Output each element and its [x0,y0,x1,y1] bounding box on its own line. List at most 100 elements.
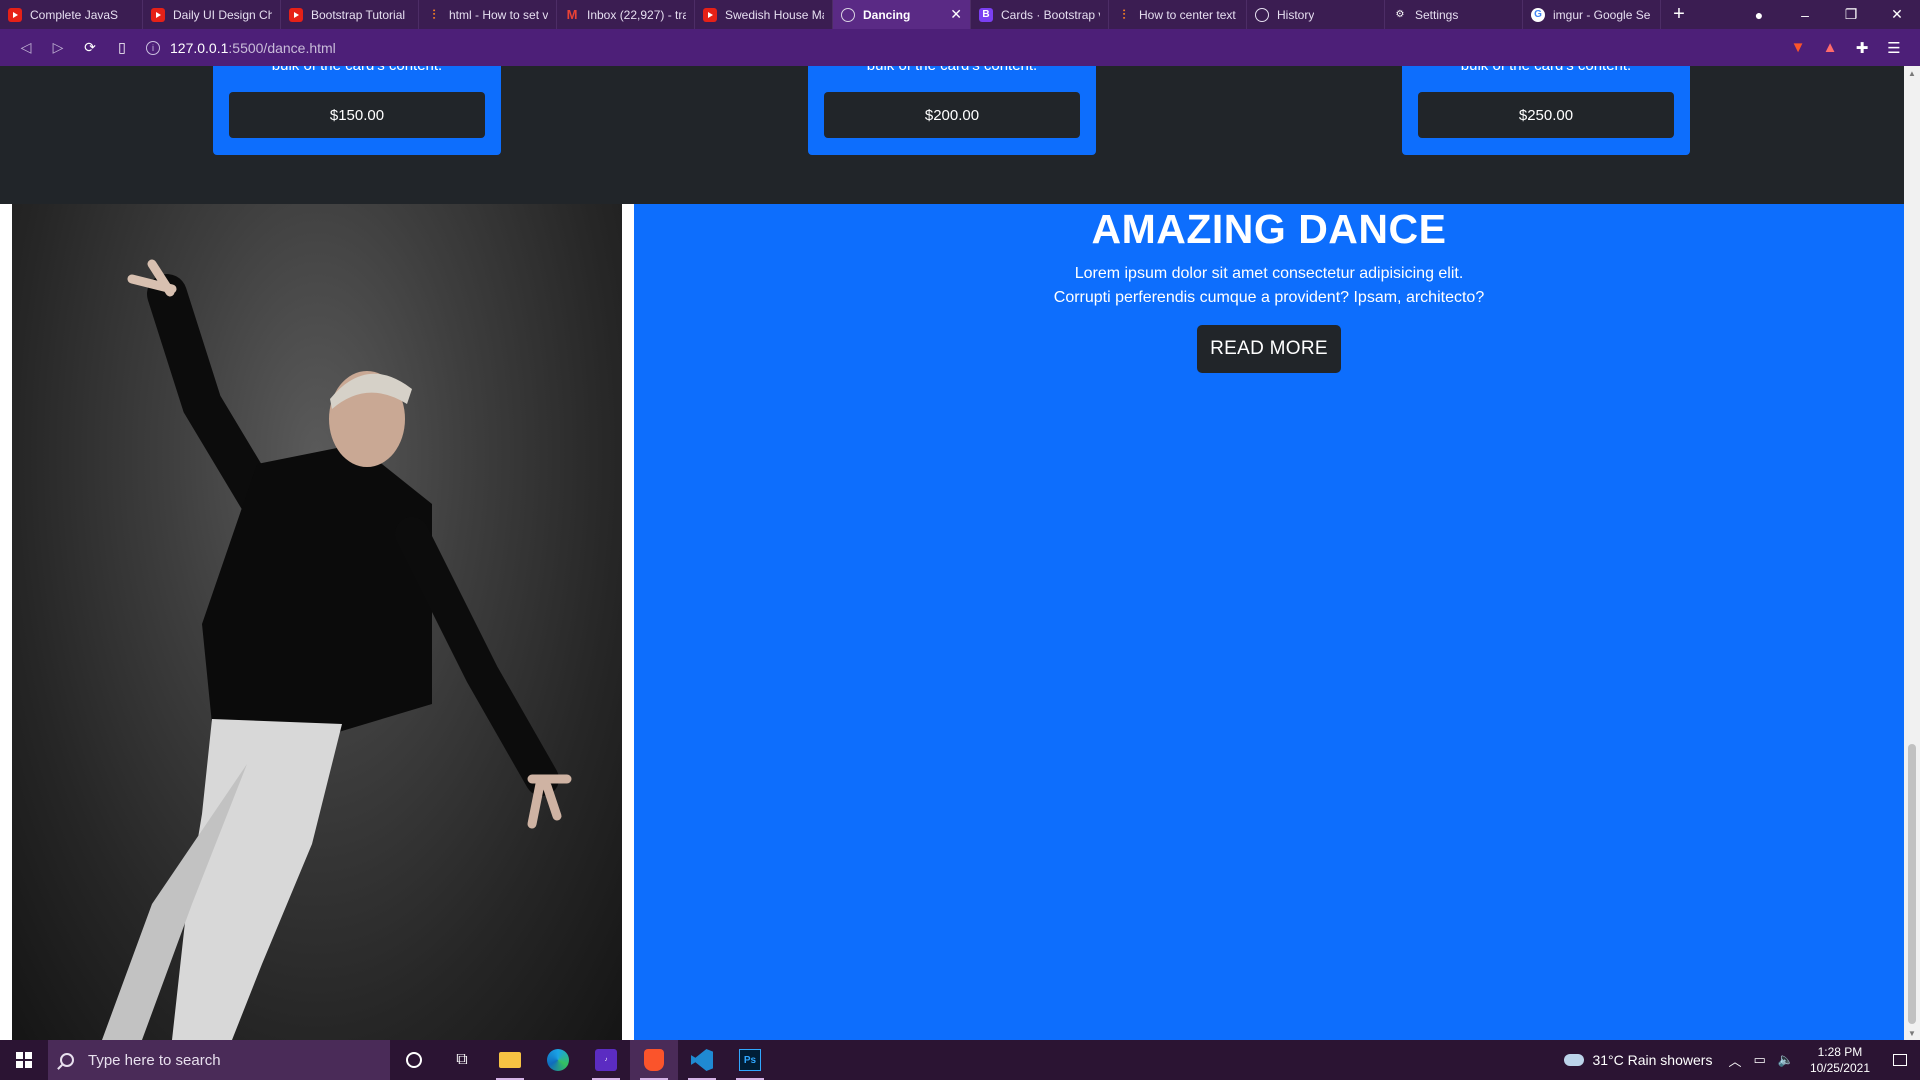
browser-toolbar: ◁ ▷ ⟳ ▯ i 127.0.0.1:5500/dance.html ▼ ▲ … [0,29,1920,66]
minimize-button[interactable]: – [1782,0,1828,29]
menu-icon[interactable]: ☰ [1878,34,1910,62]
tab-title: Dancing [863,7,911,22]
search-placeholder: Type here to search [88,1051,221,1069]
browser-tab[interactable]: ⚙ Settings [1385,0,1523,29]
url-host: 127.0.0.1 [170,39,229,56]
profile-icon[interactable]: ● [1736,0,1782,29]
bookmark-icon[interactable]: ▯ [106,34,138,62]
browser-tabstrip: Complete JavaS Daily UI Design Ch Bootstra… [0,0,1920,29]
browser-tab[interactable]: Gimgur - Google Se [1523,0,1661,29]
page-scrollbar[interactable]: ▲ ▼ [1904,66,1920,1040]
tab-title: Swedish House Ma [725,7,824,22]
dancer-photo [12,204,622,1040]
scroll-up-icon[interactable]: ▲ [1904,66,1920,80]
url-path: :5500/dance.html [228,39,336,56]
extensions-icon[interactable]: ✚ [1846,34,1878,62]
pricing-card: bulk of the card's content. $200.00 [808,66,1096,155]
task-view-icon[interactable]: ⧉ [438,1040,486,1080]
google-icon: G [1531,7,1545,22]
hero-section: AMAZING DANCE Lorem ipsum dolor sit amet… [0,204,1904,1040]
windows-taskbar: Type here to search ⧉ ♪ Ps 31°C Rain sho… [0,1040,1920,1080]
chevron-up-icon[interactable]: ︿ [1722,1051,1747,1070]
cortana-icon[interactable] [390,1040,438,1080]
browser-tab[interactable]: Complete JavaS [0,0,143,29]
card-text: bulk of the card's content. [213,66,501,74]
clock-time: 1:28 PM [1817,1045,1863,1059]
tab-list: Complete JavaS Daily UI Design Ch Bootstra… [0,0,1661,29]
tab-title: History [1277,7,1315,22]
browser-tab[interactable]: Bootstrap Tutorial [281,0,419,29]
pricing-cards-section: bulk of the card's content. $150.00 bulk… [0,66,1904,204]
back-icon[interactable]: ◁ [10,34,42,62]
brave-browser-icon[interactable] [630,1040,678,1080]
edge-icon[interactable] [534,1040,582,1080]
browser-tab[interactable]: M Inbox (22,927) - tra [557,0,695,29]
volume-icon[interactable]: 🔈 [1772,1052,1800,1068]
bootstrap-icon: B [979,7,993,22]
weather-widget[interactable]: 31°C Rain showers [1554,1052,1722,1068]
brave-rewards-icon[interactable]: ▲ [1814,34,1846,62]
scroll-down-icon[interactable]: ▼ [1904,1026,1920,1040]
stackoverflow-icon: ⫶ [1122,6,1126,22]
tab-title: html - How to set v [449,7,548,22]
tab-title: Inbox (22,927) - tra [587,7,686,22]
card-text: bulk of the card's content. [1402,66,1690,74]
price-button[interactable]: $150.00 [229,92,485,138]
close-window-button[interactable]: ✕ [1874,0,1920,29]
weather-text: 31°C Rain showers [1592,1052,1713,1068]
settings-icon: ⚙ [1395,9,1405,20]
restore-button[interactable]: ❐ [1828,0,1874,29]
tab-title: imgur - Google Se [1553,7,1651,22]
browser-tab[interactable]: Daily UI Design Ch [143,0,281,29]
stackoverflow-icon: ⫶ [432,6,436,22]
youtube-icon [151,7,165,22]
clock-date: 10/25/2021 [1809,1061,1870,1075]
photoshop-icon[interactable]: Ps [726,1040,774,1080]
reload-icon[interactable]: ⟳ [74,34,106,62]
browser-tab[interactable]: ⫶ How to center text [1109,0,1247,29]
taskbar-search-box[interactable]: Type here to search [48,1040,390,1080]
tab-title: Cards · Bootstrap v [1001,7,1100,22]
browser-tab[interactable]: ⫶ html - How to set v [419,0,557,29]
gmail-icon: M [566,7,578,22]
hero-content-panel: AMAZING DANCE Lorem ipsum dolor sit amet… [634,204,1904,1040]
tab-title: How to center text [1139,7,1236,22]
hero-title: AMAZING DANCE [1091,206,1447,252]
globe-icon [841,7,855,22]
vscode-icon[interactable] [678,1040,726,1080]
amazon-music-icon[interactable]: ♪ [582,1040,630,1080]
card-text: bulk of the card's content. [808,66,1096,74]
forward-icon[interactable]: ▷ [42,34,74,62]
system-clock[interactable]: 1:28 PM 10/25/2021 [1800,1044,1880,1076]
youtube-icon [289,7,303,22]
file-explorer-icon[interactable] [486,1040,534,1080]
browser-tab[interactable]: Dancing ✕ [833,0,971,29]
pricing-card: bulk of the card's content. $250.00 [1402,66,1690,155]
network-icon[interactable]: ▭ [1747,1052,1771,1068]
tab-title: Complete JavaS [30,7,119,22]
tab-title: Daily UI Design Ch [173,7,272,22]
dancer-figure [102,259,572,1040]
browser-tab[interactable]: B Cards · Bootstrap v [971,0,1109,29]
rain-cloud-icon [1564,1054,1585,1066]
hero-description-line: Corrupti perferendis cumque a provident?… [1053,289,1485,306]
new-tab-button[interactable]: + [1661,0,1697,29]
history-icon [1255,7,1269,22]
brave-shields-icon[interactable]: ▼ [1782,34,1814,62]
search-icon [60,1053,74,1067]
address-bar[interactable]: i 127.0.0.1:5500/dance.html [146,34,1782,62]
hero-description-line: Lorem ipsum dolor sit amet consectetur a… [1074,265,1464,282]
browser-tab[interactable]: Swedish House Ma [695,0,833,29]
start-button[interactable] [0,1040,48,1080]
page-viewport: bulk of the card's content. $150.00 bulk… [0,66,1904,1040]
close-tab-icon[interactable]: ✕ [944,6,962,23]
browser-tab[interactable]: History [1247,0,1385,29]
read-more-button[interactable]: READ MORE [1197,325,1341,373]
site-info-icon[interactable]: i [146,40,160,55]
price-button[interactable]: $250.00 [1418,92,1674,138]
scrollbar-thumb[interactable] [1908,744,1916,1024]
tab-title: Bootstrap Tutorial [311,7,406,22]
notification-center-icon[interactable] [1880,1040,1920,1080]
price-button[interactable]: $200.00 [824,92,1080,138]
hero-description: Lorem ipsum dolor sit amet consectetur a… [634,262,1904,310]
